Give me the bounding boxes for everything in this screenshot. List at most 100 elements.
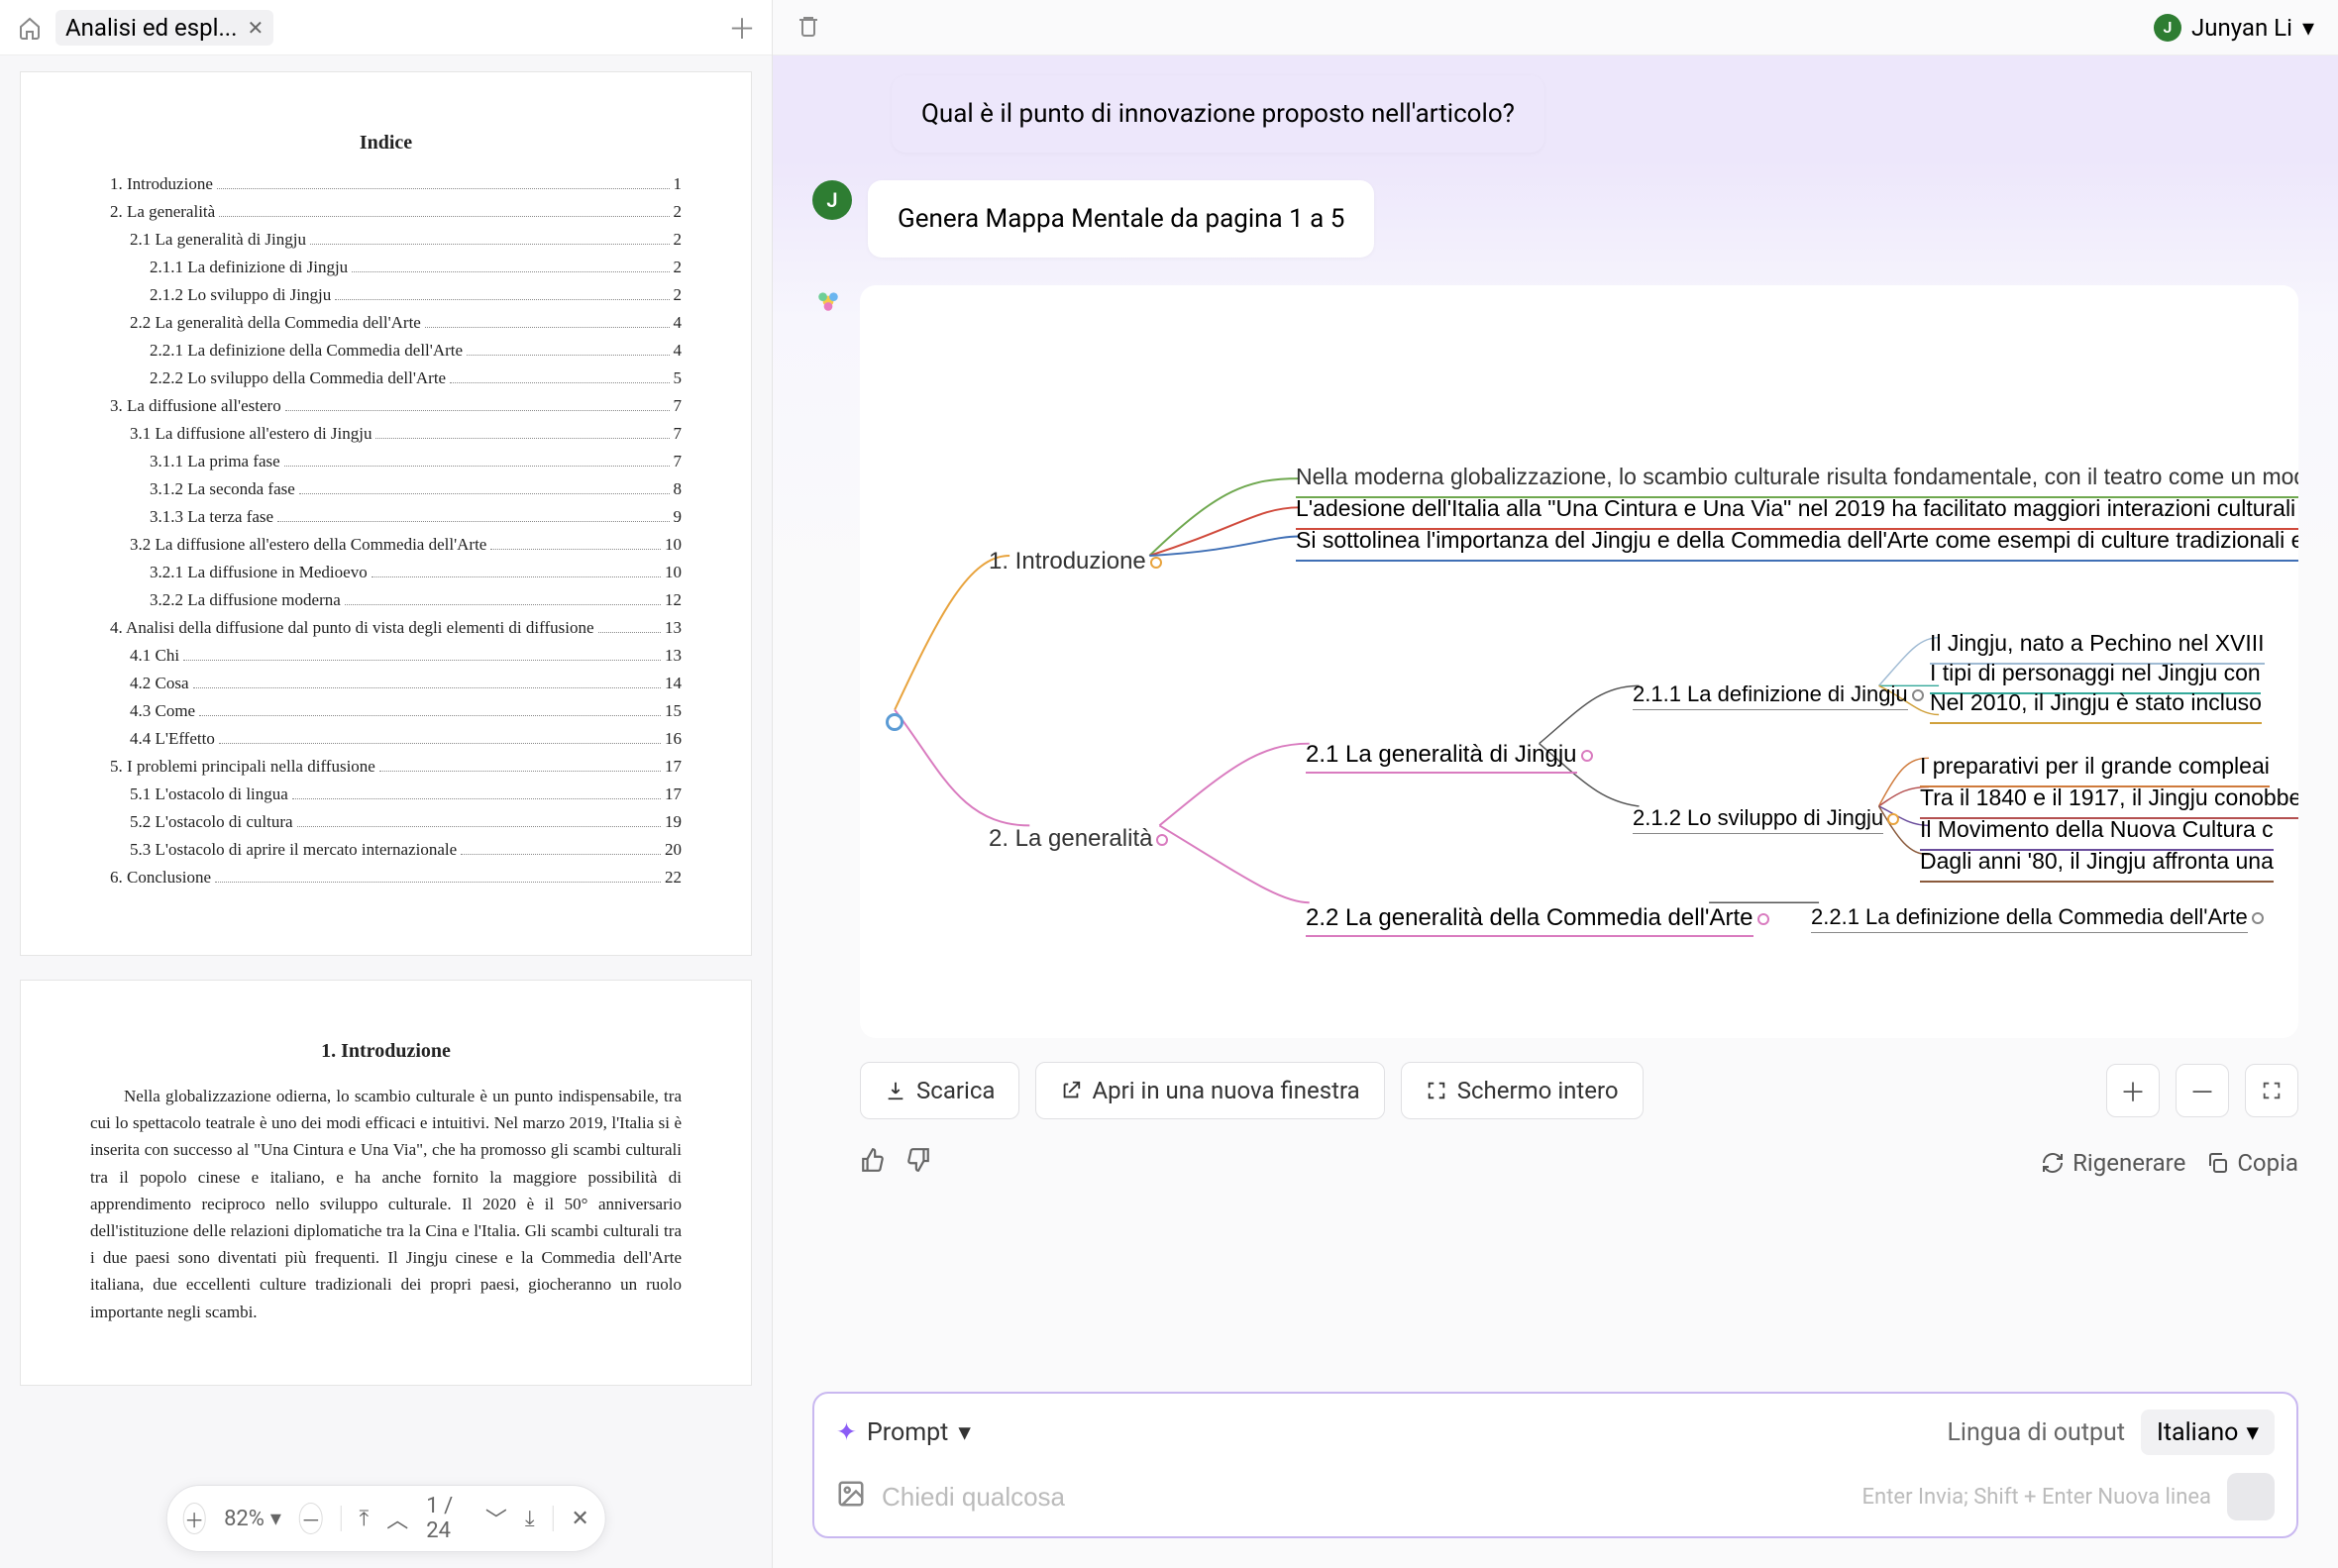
page-indicator: 1 / 24 bbox=[426, 1494, 468, 1543]
image-icon[interactable] bbox=[836, 1479, 866, 1516]
toc-row[interactable]: 3.1.3 La terza fase9 bbox=[90, 507, 682, 527]
toc-row[interactable]: 4.2 Cosa14 bbox=[90, 674, 682, 693]
toc-row[interactable]: 5.1 L'ostacolo di lingua17 bbox=[90, 784, 682, 804]
download-button[interactable]: Scarica bbox=[860, 1062, 1019, 1119]
add-tab-button[interactable]: ＋ bbox=[728, 8, 756, 48]
mindmap-node[interactable]: 2.1.1 La definizione di Jingju bbox=[1633, 681, 1924, 707]
doc-page-toc: Indice 1. Introduzione12. La generalità2… bbox=[20, 71, 752, 956]
home-icon[interactable] bbox=[16, 14, 44, 42]
toc-row[interactable]: 2.2 La generalità della Commedia dell'Ar… bbox=[90, 313, 682, 333]
chat-top-bar: J Junyan Li ▾ bbox=[773, 0, 2338, 55]
mindmap-leaf[interactable]: I preparativi per il grande compleai bbox=[1920, 753, 2270, 787]
toc-row[interactable]: 3.2 La diffusione all'estero della Comme… bbox=[90, 535, 682, 555]
last-page-button[interactable]: ⤓ bbox=[525, 1507, 535, 1531]
message-text: Genera Mappa Mentale da pagina 1 a 5 bbox=[898, 204, 1344, 234]
open-new-window-button[interactable]: Apri in una nuova finestra bbox=[1035, 1062, 1384, 1119]
tab-document[interactable]: Analisi ed espl... ✕ bbox=[55, 10, 273, 46]
chat-input[interactable] bbox=[882, 1482, 1847, 1513]
toc-row[interactable]: 2.1.1 La definizione di Jingju2 bbox=[90, 258, 682, 277]
output-lang-select[interactable]: Italiano ▾ bbox=[2141, 1410, 2275, 1455]
toc-row[interactable]: 4.4 L'Effetto16 bbox=[90, 729, 682, 749]
mindmap-canvas[interactable]: 1. Introduzione 2. La generalità 2.1 La … bbox=[880, 305, 2279, 1018]
intro-body: Nella globalizzazione odierna, lo scambi… bbox=[90, 1083, 682, 1325]
message-row: Qual è il punto di innovazione proposto … bbox=[812, 75, 2298, 153]
regenerate-button[interactable]: Rigenerare bbox=[2041, 1149, 2185, 1177]
chevron-down-icon: ▾ bbox=[270, 1507, 281, 1531]
message-text: Qual è il punto di innovazione proposto … bbox=[921, 99, 1515, 129]
user-menu[interactable]: J Junyan Li ▾ bbox=[2154, 14, 2314, 42]
mindmap-card[interactable]: 1. Introduzione 2. La generalità 2.1 La … bbox=[860, 285, 2298, 1038]
toc-row[interactable]: 3.2.2 La diffusione moderna12 bbox=[90, 590, 682, 610]
mindmap-leaf[interactable]: Si sottolinea l'importanza del Jingju e … bbox=[1296, 527, 2298, 562]
mindmap-node[interactable]: 2.1 La generalità di Jingju bbox=[1306, 741, 1593, 769]
toc-row[interactable]: 3. La diffusione all'estero7 bbox=[90, 396, 682, 416]
doc-page-intro: 1. Introduzione Nella globalizzazione od… bbox=[20, 980, 752, 1386]
toc-row[interactable]: 5.3 L'ostacolo di aprire il mercato inte… bbox=[90, 840, 682, 860]
mindmap-leaf[interactable]: Dagli anni '80, il Jingju affronta una bbox=[1920, 848, 2274, 883]
mindmap-actions: Scarica Apri in una nuova finestra Scher… bbox=[860, 1062, 2298, 1119]
mindmap-node[interactable]: 2.2 La generalità della Commedia dell'Ar… bbox=[1306, 904, 1769, 932]
copy-button[interactable]: Copia bbox=[2205, 1149, 2298, 1177]
close-toolbar-button[interactable]: ✕ bbox=[571, 1507, 588, 1531]
thumbs-down-icon[interactable] bbox=[905, 1147, 931, 1179]
output-lang-label: Lingua di output bbox=[1947, 1418, 2125, 1447]
toc-row[interactable]: 4.3 Come15 bbox=[90, 701, 682, 721]
chevron-down-icon: ▾ bbox=[2246, 1417, 2259, 1447]
prompt-dropdown[interactable]: ✦ Prompt ▾ bbox=[836, 1417, 971, 1447]
fit-icon[interactable] bbox=[2245, 1064, 2298, 1117]
mindmap-leaf[interactable]: Nella moderna globalizzazione, lo scambi… bbox=[1296, 464, 2298, 498]
mindmap-leaf[interactable]: Nel 2010, il Jingju è stato incluso bbox=[1930, 689, 2262, 724]
toc-row[interactable]: 3.1 La diffusione all'estero di Jingju7 bbox=[90, 424, 682, 444]
zoom-in-button[interactable]: ＋ bbox=[182, 1503, 206, 1534]
tab-title: Analisi ed espl... bbox=[65, 14, 237, 42]
page-toolbar: ＋ 82% ▾ － ⤒ ︿ 1 / 24 ﹀ ⤓ ✕ bbox=[165, 1485, 606, 1552]
first-page-button[interactable]: ⤒ bbox=[360, 1507, 370, 1531]
toc-row[interactable]: 2. La generalità2 bbox=[90, 202, 682, 222]
document-scroll[interactable]: Indice 1. Introduzione12. La generalità2… bbox=[0, 55, 772, 1568]
ai-response-row: 1. Introduzione 2. La generalità 2.1 La … bbox=[812, 285, 2298, 1179]
toc-row[interactable]: 6. Conclusione22 bbox=[90, 868, 682, 888]
toc-row[interactable]: 5.2 L'ostacolo di cultura19 bbox=[90, 812, 682, 832]
toc-row[interactable]: 2.2.2 Lo sviluppo della Commedia dell'Ar… bbox=[90, 368, 682, 388]
mindmap-node[interactable]: 2.2.1 La definizione della Commedia dell… bbox=[1811, 904, 2264, 930]
close-icon[interactable]: ✕ bbox=[247, 16, 264, 40]
toc-row[interactable]: 3.1.1 La prima fase7 bbox=[90, 452, 682, 471]
thumbs-up-icon[interactable] bbox=[860, 1147, 886, 1179]
toc-row[interactable]: 5. I problemi principali nella diffusion… bbox=[90, 757, 682, 777]
toc-row[interactable]: 2.1.2 Lo sviluppo di Jingju2 bbox=[90, 285, 682, 305]
zoom-in-icon[interactable]: ＋ bbox=[2106, 1064, 2160, 1117]
avatar: J bbox=[812, 180, 852, 220]
input-hint: Enter Invia; Shift + Enter Nuova linea bbox=[1862, 1485, 2211, 1510]
toc-row[interactable]: 3.1.2 La seconda fase8 bbox=[90, 479, 682, 499]
toc-row[interactable]: 3.2.1 La diffusione in Medioevo10 bbox=[90, 563, 682, 582]
fullscreen-button[interactable]: Schermo intero bbox=[1401, 1062, 1644, 1119]
mindmap-leaf[interactable]: Tra il 1840 e il 1917, il Jingju conobbe bbox=[1920, 784, 2298, 819]
toc-row[interactable]: 2.1 La generalità di Jingju2 bbox=[90, 230, 682, 250]
trash-icon[interactable] bbox=[797, 14, 820, 42]
mindmap-leaf[interactable]: Il Movimento della Nuova Cultura c bbox=[1920, 816, 2274, 851]
toc-row[interactable]: 1. Introduzione1 bbox=[90, 174, 682, 194]
zoom-out-icon[interactable]: － bbox=[2176, 1064, 2229, 1117]
chat-scroll[interactable]: Qual è il punto di innovazione proposto … bbox=[773, 55, 2338, 1372]
next-page-button[interactable]: ﹀ bbox=[485, 1503, 507, 1534]
zoom-out-button[interactable]: － bbox=[299, 1503, 323, 1534]
toc-row[interactable]: 4. Analisi della diffusione dal punto di… bbox=[90, 618, 682, 638]
document-panel: Analisi ed espl... ✕ ＋ Indice 1. Introdu… bbox=[0, 0, 773, 1568]
prev-page-button[interactable]: ︿ bbox=[386, 1503, 408, 1534]
avatar: J bbox=[2154, 14, 2181, 42]
user-name: Junyan Li bbox=[2191, 14, 2292, 42]
toc-row[interactable]: 2.2.1 La definizione della Commedia dell… bbox=[90, 341, 682, 361]
mindmap-node[interactable]: 1. Introduzione bbox=[989, 548, 1162, 575]
message-row: J Genera Mappa Mentale da pagina 1 a 5 bbox=[812, 180, 2298, 258]
mindmap-node[interactable]: 2. La generalità bbox=[989, 825, 1168, 853]
chevron-down-icon: ▾ bbox=[2302, 14, 2314, 42]
chat-input-area: ✦ Prompt ▾ Lingua di output Italiano ▾ E… bbox=[773, 1372, 2338, 1568]
mindmap-root[interactable] bbox=[886, 713, 903, 731]
send-button[interactable] bbox=[2227, 1473, 2275, 1520]
zoom-level[interactable]: 82% ▾ bbox=[224, 1507, 281, 1531]
mindmap-node[interactable]: 2.1.2 Lo sviluppo di Jingju bbox=[1633, 805, 1899, 831]
mindmap-leaf[interactable]: L'adesione dell'Italia alla "Una Cintura… bbox=[1296, 495, 2298, 530]
intro-title: 1. Introduzione bbox=[90, 1040, 682, 1063]
toc-row[interactable]: 4.1 Chi13 bbox=[90, 646, 682, 666]
user-message-bubble: Genera Mappa Mentale da pagina 1 a 5 bbox=[868, 180, 1374, 258]
